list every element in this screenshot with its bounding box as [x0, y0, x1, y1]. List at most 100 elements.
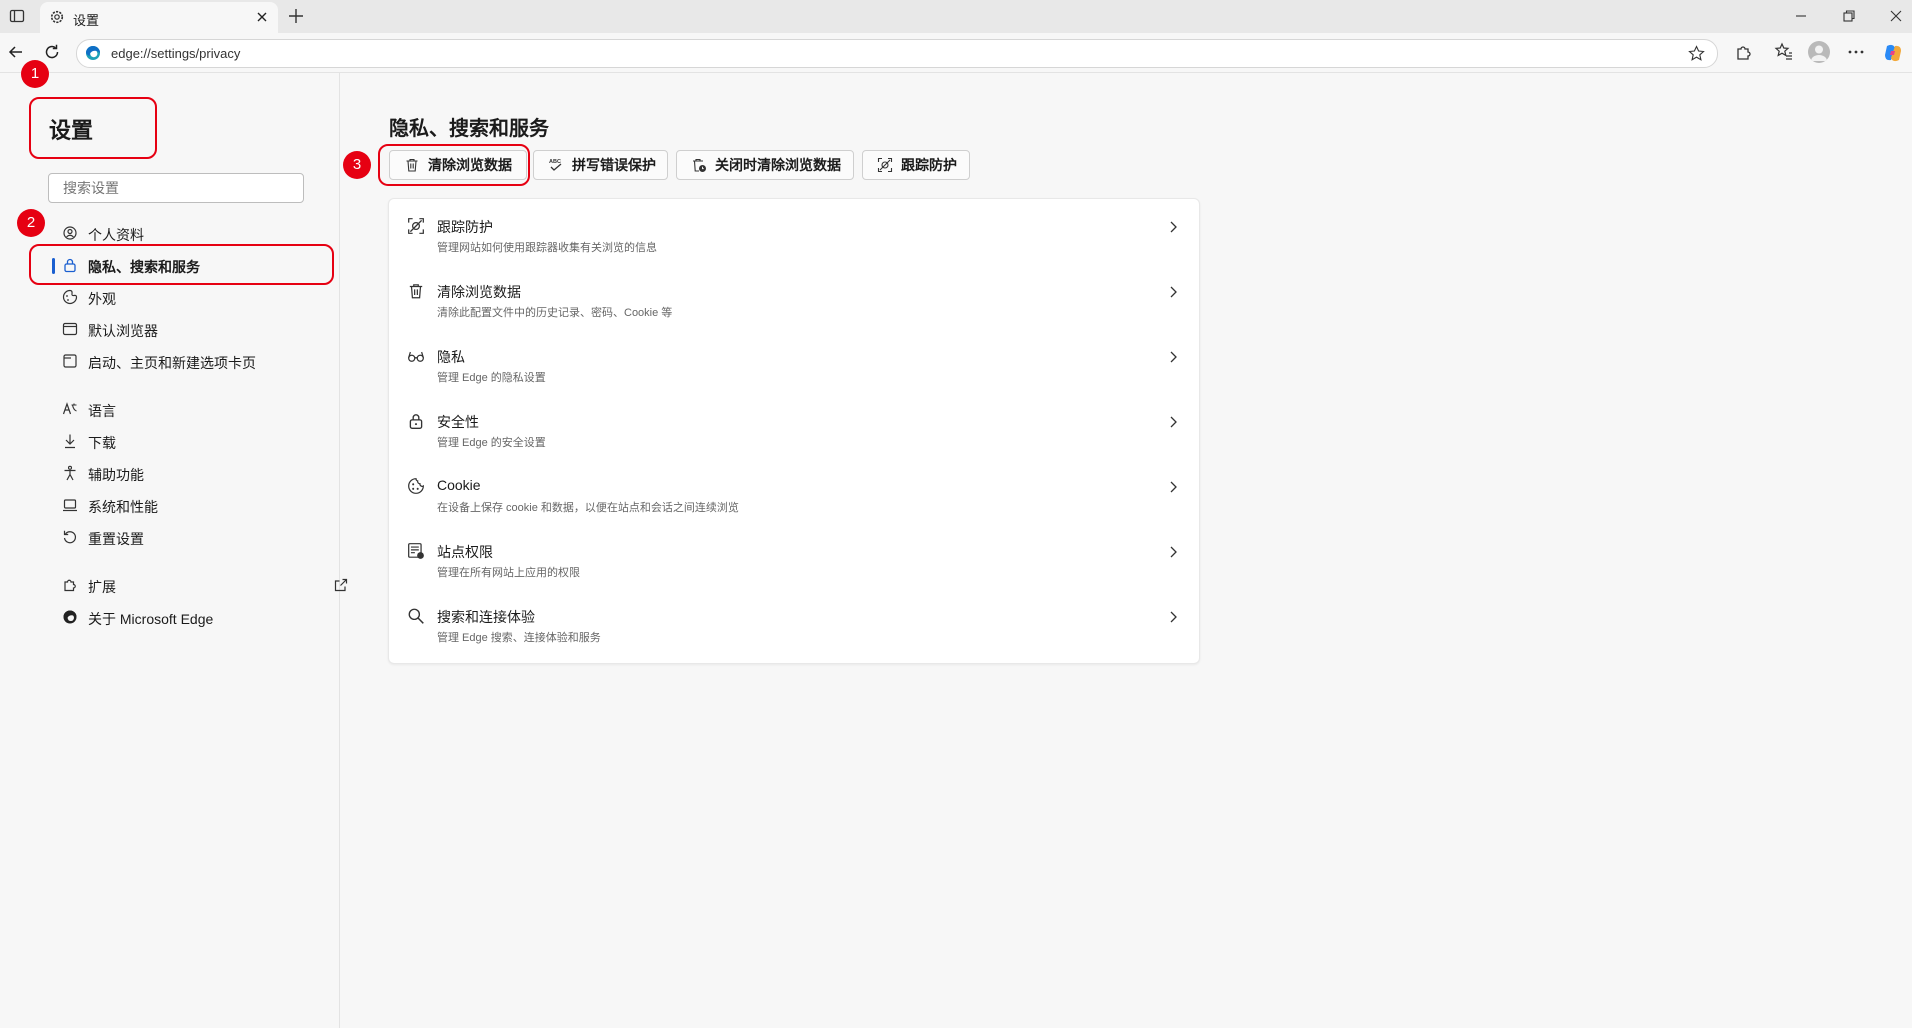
chevron-right-icon: [1170, 611, 1177, 623]
external-link-icon[interactable]: [333, 577, 349, 593]
chevron-right-icon: [1170, 481, 1177, 493]
row-search-services[interactable]: 搜索和连接体验 管理 Edge 搜索、连接体验和服务: [389, 589, 1199, 654]
annotation-badge-2: 2: [17, 209, 45, 237]
trash-clock-icon: [693, 158, 706, 172]
row-title: 站点权限: [437, 544, 493, 560]
minimize-icon[interactable]: [1794, 9, 1808, 23]
row-title: 跟踪防护: [437, 219, 493, 235]
restore-icon[interactable]: [1842, 9, 1856, 23]
sidebar-item-label: 默认浏览器: [88, 323, 158, 339]
more-icon[interactable]: [1846, 42, 1866, 62]
window-close-icon[interactable]: [1889, 9, 1903, 23]
lock-icon: [409, 414, 423, 429]
sidebar-item-label: 辅助功能: [88, 467, 144, 483]
clear-on-close-chip[interactable]: 关闭时清除浏览数据: [676, 150, 854, 180]
trash-icon: [409, 284, 423, 299]
row-tracking-prevention[interactable]: 跟踪防护 管理网站如何使用跟踪器收集有关浏览的信息: [389, 199, 1199, 264]
tab-actions-icon[interactable]: [8, 7, 26, 25]
new-tab-icon[interactable]: [287, 7, 305, 25]
profile-avatar[interactable]: [1808, 41, 1830, 63]
search-icon: [408, 608, 424, 624]
address-bar[interactable]: edge://settings/privacy: [76, 39, 1718, 68]
extension-icon: [64, 579, 76, 592]
title-bar: 设置: [0, 0, 1912, 33]
sidebar-item-languages[interactable]: 语言: [52, 394, 342, 424]
chevron-right-icon: [1170, 286, 1177, 298]
site-permissions-icon: [408, 543, 424, 559]
chevron-right-icon: [1170, 351, 1177, 363]
glasses-icon: [408, 351, 424, 362]
appearance-icon: [62, 289, 78, 305]
highlight-privacy-item: [29, 244, 334, 285]
row-title: 安全性: [437, 414, 479, 430]
annotation-badge-3: 3: [343, 151, 371, 179]
back-arrow-icon[interactable]: [7, 43, 25, 61]
language-icon: [62, 402, 77, 415]
row-description: 管理在所有网站上应用的权限: [437, 567, 580, 579]
sidebar-item-about[interactable]: 关于 Microsoft Edge: [52, 602, 342, 632]
row-description: 管理网站如何使用跟踪器收集有关浏览的信息: [437, 242, 657, 254]
accessibility-icon: [64, 465, 76, 481]
row-security[interactable]: 安全性 管理 Edge 的安全设置: [389, 394, 1199, 459]
search-settings-input[interactable]: [61, 174, 295, 202]
tab-settings[interactable]: 设置: [40, 2, 278, 33]
download-icon: [65, 434, 75, 449]
sidebar-item-label: 重置设置: [88, 531, 144, 547]
gear-icon: [50, 10, 64, 24]
row-description: 管理 Edge 的隐私设置: [437, 372, 546, 384]
page-title: 隐私、搜索和服务: [389, 118, 549, 140]
navigation-toolbar: edge://settings/privacy: [0, 33, 1912, 73]
edge-logo-icon: [86, 46, 100, 60]
row-cookies[interactable]: Cookie 在设备上保存 cookie 和数据，以便在站点和会话之间连续浏览: [389, 459, 1199, 524]
settings-sidebar: 设置 个人资料 隐私、搜索和服务 外观 默认浏览器: [0, 73, 348, 1028]
row-privacy[interactable]: 隐私 管理 Edge 的隐私设置: [389, 329, 1199, 394]
tracking-icon: [408, 218, 424, 234]
profile-icon: [63, 226, 77, 240]
row-title: 清除浏览数据: [437, 284, 521, 300]
sidebar-item-extensions[interactable]: 扩展: [52, 570, 348, 600]
refresh-icon[interactable]: [43, 43, 61, 61]
sidebar-item-system[interactable]: 系统和性能: [52, 490, 342, 520]
sidebar-item-label: 语言: [88, 403, 116, 419]
row-description: 清除此配置文件中的历史记录、密码、Cookie 等: [437, 307, 673, 319]
sidebar-item-label: 系统和性能: [88, 499, 158, 515]
favorite-star-icon[interactable]: [1688, 45, 1705, 62]
row-description: 在设备上保存 cookie 和数据，以便在站点和会话之间连续浏览: [437, 502, 739, 514]
close-icon[interactable]: [254, 9, 270, 25]
row-site-permissions[interactable]: 站点权限 管理在所有网站上应用的权限: [389, 524, 1199, 589]
sidebar-item-appearance[interactable]: 外观: [52, 282, 342, 312]
sidebar-item-reset[interactable]: 重置设置: [52, 522, 342, 552]
chevron-right-icon: [1170, 416, 1177, 428]
copilot-icon[interactable]: [1882, 42, 1904, 64]
sidebar-item-accessibility[interactable]: 辅助功能: [52, 458, 342, 488]
typo-protection-chip[interactable]: ABC 拼写错误保护: [533, 150, 668, 180]
reset-icon: [63, 530, 77, 544]
sidebar-item-downloads[interactable]: 下载: [52, 426, 342, 456]
row-clear-browsing-data[interactable]: 清除浏览数据 清除此配置文件中的历史记录、密码、Cookie 等: [389, 264, 1199, 329]
sidebar-item-startup[interactable]: 启动、主页和新建选项卡页: [52, 346, 342, 376]
tab-title: 设置: [73, 13, 100, 28]
privacy-settings-card: 跟踪防护 管理网站如何使用跟踪器收集有关浏览的信息 清除浏览数据 清除此配置文件…: [388, 198, 1200, 664]
chip-label: 拼写错误保护: [572, 157, 656, 173]
row-title: 隐私: [437, 349, 465, 365]
sidebar-item-default-browser[interactable]: 默认浏览器: [52, 314, 342, 344]
laptop-icon: [63, 499, 77, 512]
row-description: 管理 Edge 搜索、连接体验和服务: [437, 632, 601, 644]
tracking-prevention-chip[interactable]: 跟踪防护: [862, 150, 970, 180]
svg-text:ABC: ABC: [549, 159, 561, 165]
sidebar-item-label: 外观: [88, 291, 116, 307]
search-settings-box[interactable]: [48, 173, 304, 203]
spellcheck-icon: ABC: [549, 159, 562, 171]
chevron-right-icon: [1170, 546, 1177, 558]
favorites-icon[interactable]: [1774, 42, 1794, 62]
chip-label: 关闭时清除浏览数据: [715, 157, 841, 173]
sidebar-item-label: 启动、主页和新建选项卡页: [88, 355, 256, 371]
tracking-icon: [877, 157, 893, 173]
extensions-icon[interactable]: [1734, 42, 1754, 62]
row-title: Cookie: [437, 477, 481, 493]
highlight-settings-title: [29, 97, 157, 159]
annotation-badge-1: 1: [21, 60, 49, 88]
home-icon: [63, 354, 77, 368]
sidebar-item-label: 个人资料: [88, 227, 144, 243]
chip-label: 跟踪防护: [901, 157, 957, 173]
